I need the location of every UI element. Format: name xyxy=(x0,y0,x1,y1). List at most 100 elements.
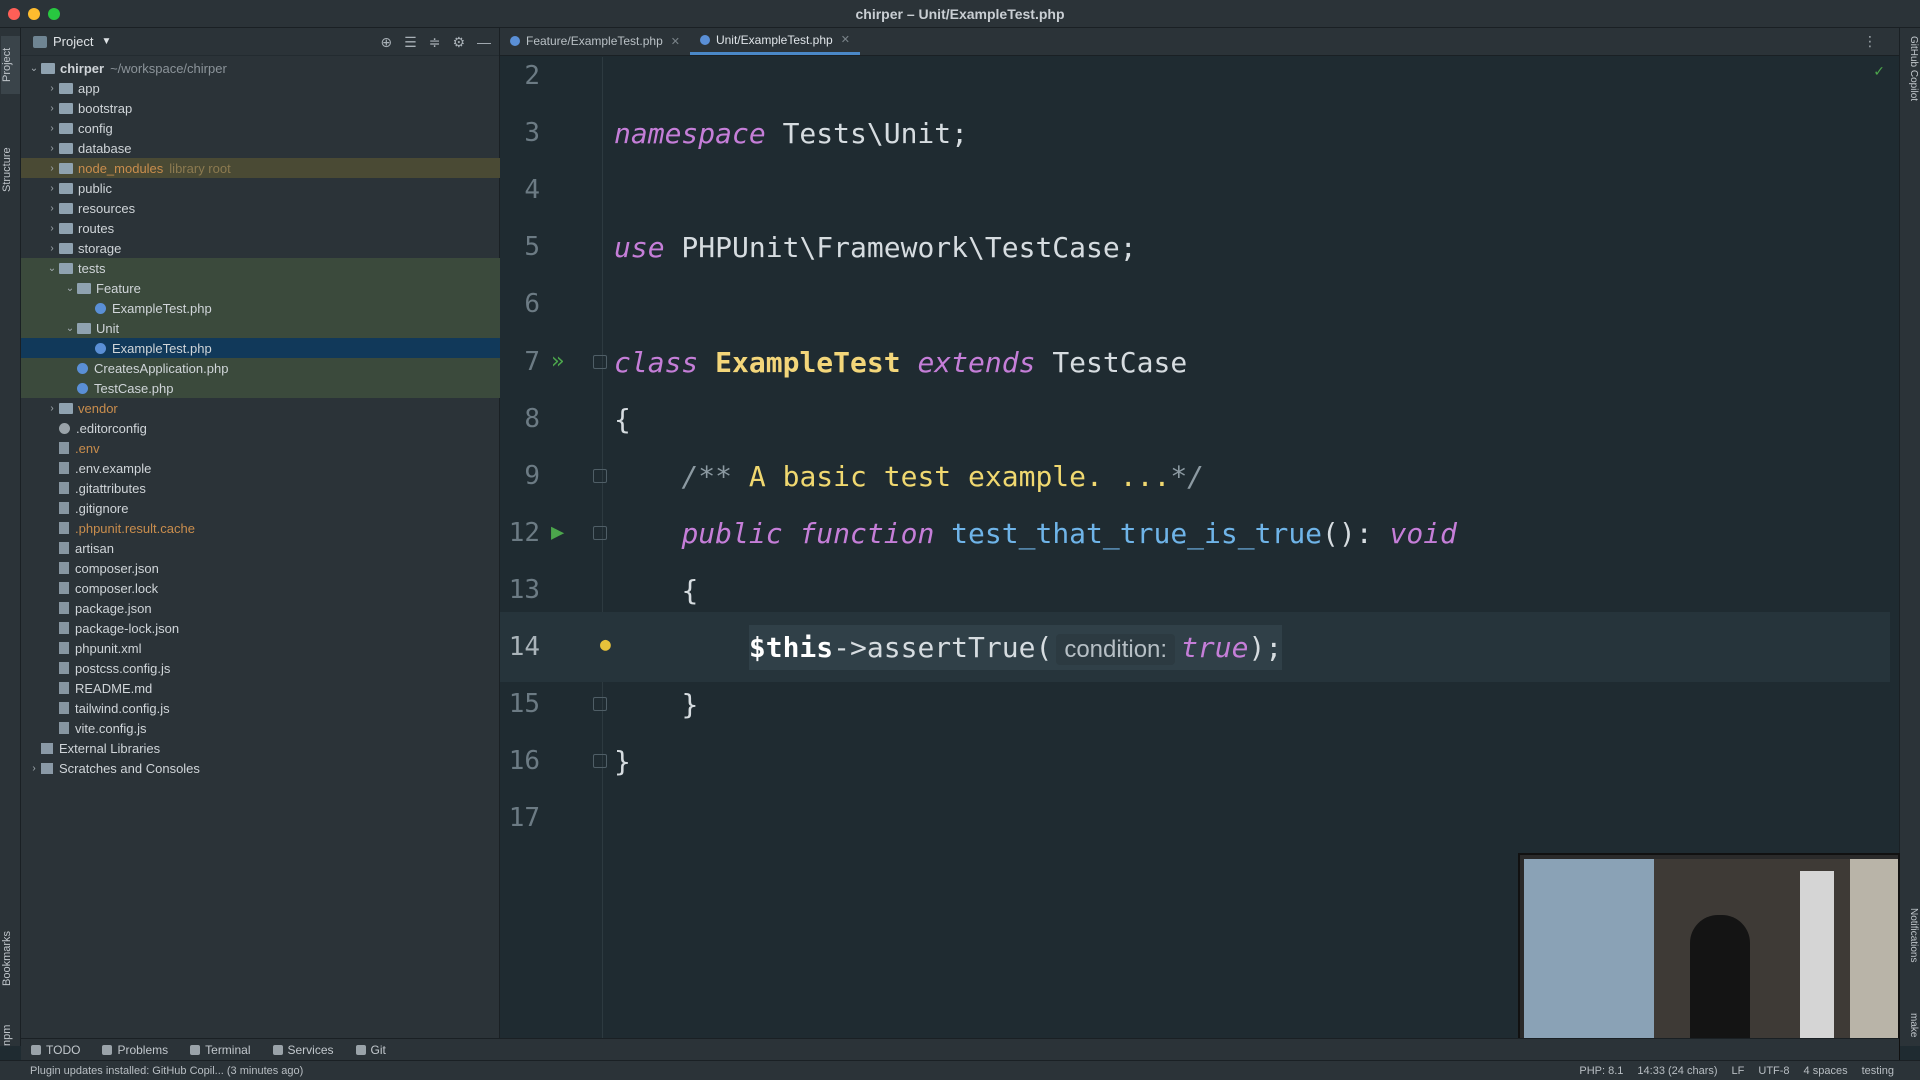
tree-item[interactable]: ExampleTest.php xyxy=(21,338,500,358)
tree-item[interactable]: .gitattributes xyxy=(21,478,500,498)
chevron-right-icon[interactable]: › xyxy=(45,143,59,154)
tree-item[interactable]: package.json xyxy=(21,598,500,618)
tree-item[interactable]: › bootstrap xyxy=(21,98,500,118)
chevron-right-icon[interactable]: › xyxy=(45,183,59,194)
terminal-tool-button[interactable]: Terminal xyxy=(190,1043,251,1057)
fold-marker[interactable] xyxy=(593,355,607,369)
check-icon: ✓ xyxy=(1873,63,1885,79)
tree-item[interactable]: postcss.config.js xyxy=(21,658,500,678)
more-options-icon[interactable]: ⋮ xyxy=(1863,33,1877,50)
tree-item[interactable]: › config xyxy=(21,118,500,138)
library-icon xyxy=(41,742,53,754)
tree-item[interactable]: › storage xyxy=(21,238,500,258)
file-encoding[interactable]: UTF-8 xyxy=(1758,1065,1789,1077)
chevron-right-icon[interactable]: › xyxy=(27,763,41,774)
tree-item[interactable]: .gitignore xyxy=(21,498,500,518)
git-tool-button[interactable]: Git xyxy=(355,1043,386,1057)
copilot-tool-tab[interactable]: GitHub Copilot xyxy=(1900,36,1919,166)
chevron-right-icon[interactable]: › xyxy=(45,243,59,254)
close-icon[interactable]: ✕ xyxy=(841,33,850,46)
tree-item[interactable]: .env.example xyxy=(21,458,500,478)
file-icon xyxy=(59,662,69,674)
indent-setting[interactable]: 4 spaces xyxy=(1804,1065,1848,1077)
collapse-all-icon[interactable]: ≑ xyxy=(429,34,441,51)
tree-item[interactable]: › node_modules library root xyxy=(21,158,500,178)
tree-item[interactable]: › routes xyxy=(21,218,500,238)
notifications-tool-tab[interactable]: Notifications xyxy=(1900,908,1919,1008)
tree-item[interactable]: ⌄ Unit xyxy=(21,318,500,338)
npm-tool-tab[interactable]: npm xyxy=(1,1013,20,1057)
run-test-icon[interactable]: ▶ xyxy=(551,520,569,545)
todo-tool-button[interactable]: TODO xyxy=(31,1043,80,1057)
tab-feature-exampletest[interactable]: Feature/ExampleTest.php ✕ xyxy=(500,27,690,55)
php-version[interactable]: PHP: 8.1 xyxy=(1579,1065,1623,1077)
expand-all-icon[interactable]: ☰ xyxy=(404,34,417,51)
structure-tool-tab[interactable]: Structure xyxy=(1,138,20,202)
tree-item[interactable]: › app xyxy=(21,78,500,98)
chevron-right-icon[interactable]: › xyxy=(45,203,59,214)
php-file-icon xyxy=(77,362,88,374)
tree-item[interactable]: tailwind.config.js xyxy=(21,698,500,718)
code-line[interactable]: 17 xyxy=(500,783,1890,853)
locate-file-icon[interactable]: ⊕ xyxy=(380,34,392,51)
chevron-down-icon[interactable]: ⌄ xyxy=(63,323,77,334)
folder-icon xyxy=(59,102,73,114)
close-icon[interactable]: ✕ xyxy=(671,35,680,48)
tree-item[interactable]: .editorconfig xyxy=(21,418,500,438)
chevron-down-icon[interactable]: ⌄ xyxy=(27,63,41,74)
tree-item[interactable]: CreatesApplication.php xyxy=(21,358,500,378)
file-icon xyxy=(59,602,69,614)
tree-item[interactable]: ⌄ chirper ~/workspace/chirper xyxy=(21,58,500,78)
fold-marker[interactable] xyxy=(593,469,607,483)
status-message[interactable]: Plugin updates installed: GitHub Copil..… xyxy=(30,1065,303,1077)
run-class-icon[interactable]: » xyxy=(551,349,569,374)
tree-item[interactable]: .phpunit.result.cache xyxy=(21,518,500,538)
tree-item[interactable]: composer.json xyxy=(21,558,500,578)
chevron-down-icon[interactable]: ▼ xyxy=(101,36,111,47)
tree-item[interactable]: .env xyxy=(21,438,500,458)
project-tool-tab[interactable]: Project xyxy=(1,36,20,94)
tree-item[interactable]: package-lock.json xyxy=(21,618,500,638)
tree-item[interactable]: › vendor xyxy=(21,398,500,418)
tab-unit-exampletest[interactable]: Unit/ExampleTest.php ✕ xyxy=(689,27,860,55)
chevron-right-icon[interactable]: › xyxy=(45,163,59,174)
make-tool-tab[interactable]: make xyxy=(1900,1013,1919,1057)
tree-item[interactable]: › Scratches and Consoles xyxy=(21,758,500,778)
line-separator[interactable]: LF xyxy=(1732,1065,1745,1077)
fold-marker[interactable] xyxy=(593,697,607,711)
hide-panel-icon[interactable]: — xyxy=(477,34,491,51)
git-branch[interactable]: testing xyxy=(1862,1065,1894,1077)
tree-item[interactable]: › database xyxy=(21,138,500,158)
chevron-right-icon[interactable]: › xyxy=(45,103,59,114)
tree-item[interactable]: ⌄ tests xyxy=(21,258,500,278)
tree-item[interactable]: vite.config.js xyxy=(21,718,500,738)
php-file-icon xyxy=(95,342,106,354)
tree-item-label: app xyxy=(78,80,100,96)
chevron-right-icon[interactable]: › xyxy=(45,223,59,234)
tree-item[interactable]: ExampleTest.php xyxy=(21,298,500,318)
tree-item[interactable]: › public xyxy=(21,178,500,198)
tree-item[interactable]: phpunit.xml xyxy=(21,638,500,658)
chevron-right-icon[interactable]: › xyxy=(45,83,59,94)
tree-item[interactable]: README.md xyxy=(21,678,500,698)
tree-item[interactable]: External Libraries xyxy=(21,738,500,758)
tree-item-label: vite.config.js xyxy=(75,720,147,736)
bookmarks-tool-tab[interactable]: Bookmarks xyxy=(1,918,20,998)
tree-item[interactable]: › resources xyxy=(21,198,500,218)
cursor-position[interactable]: 14:33 (24 chars) xyxy=(1637,1065,1717,1077)
chevron-down-icon[interactable]: ⌄ xyxy=(63,283,77,294)
tree-item[interactable]: TestCase.php xyxy=(21,378,500,398)
tree-item[interactable]: artisan xyxy=(21,538,500,558)
tree-item[interactable]: ⌄ Feature xyxy=(21,278,500,298)
status-bar: Plugin updates installed: GitHub Copil..… xyxy=(0,1060,1920,1080)
chevron-right-icon[interactable]: › xyxy=(45,403,59,414)
fold-marker[interactable] xyxy=(593,526,607,540)
tree-item[interactable]: composer.lock xyxy=(21,578,500,598)
problems-tool-button[interactable]: Problems xyxy=(102,1043,168,1057)
chevron-right-icon[interactable]: › xyxy=(45,123,59,134)
fold-marker[interactable] xyxy=(593,754,607,768)
gear-icon[interactable]: ⚙ xyxy=(452,34,465,51)
chevron-down-icon[interactable]: ⌄ xyxy=(45,263,59,274)
project-panel-title[interactable]: Project xyxy=(53,34,93,49)
services-tool-button[interactable]: Services xyxy=(272,1043,334,1057)
